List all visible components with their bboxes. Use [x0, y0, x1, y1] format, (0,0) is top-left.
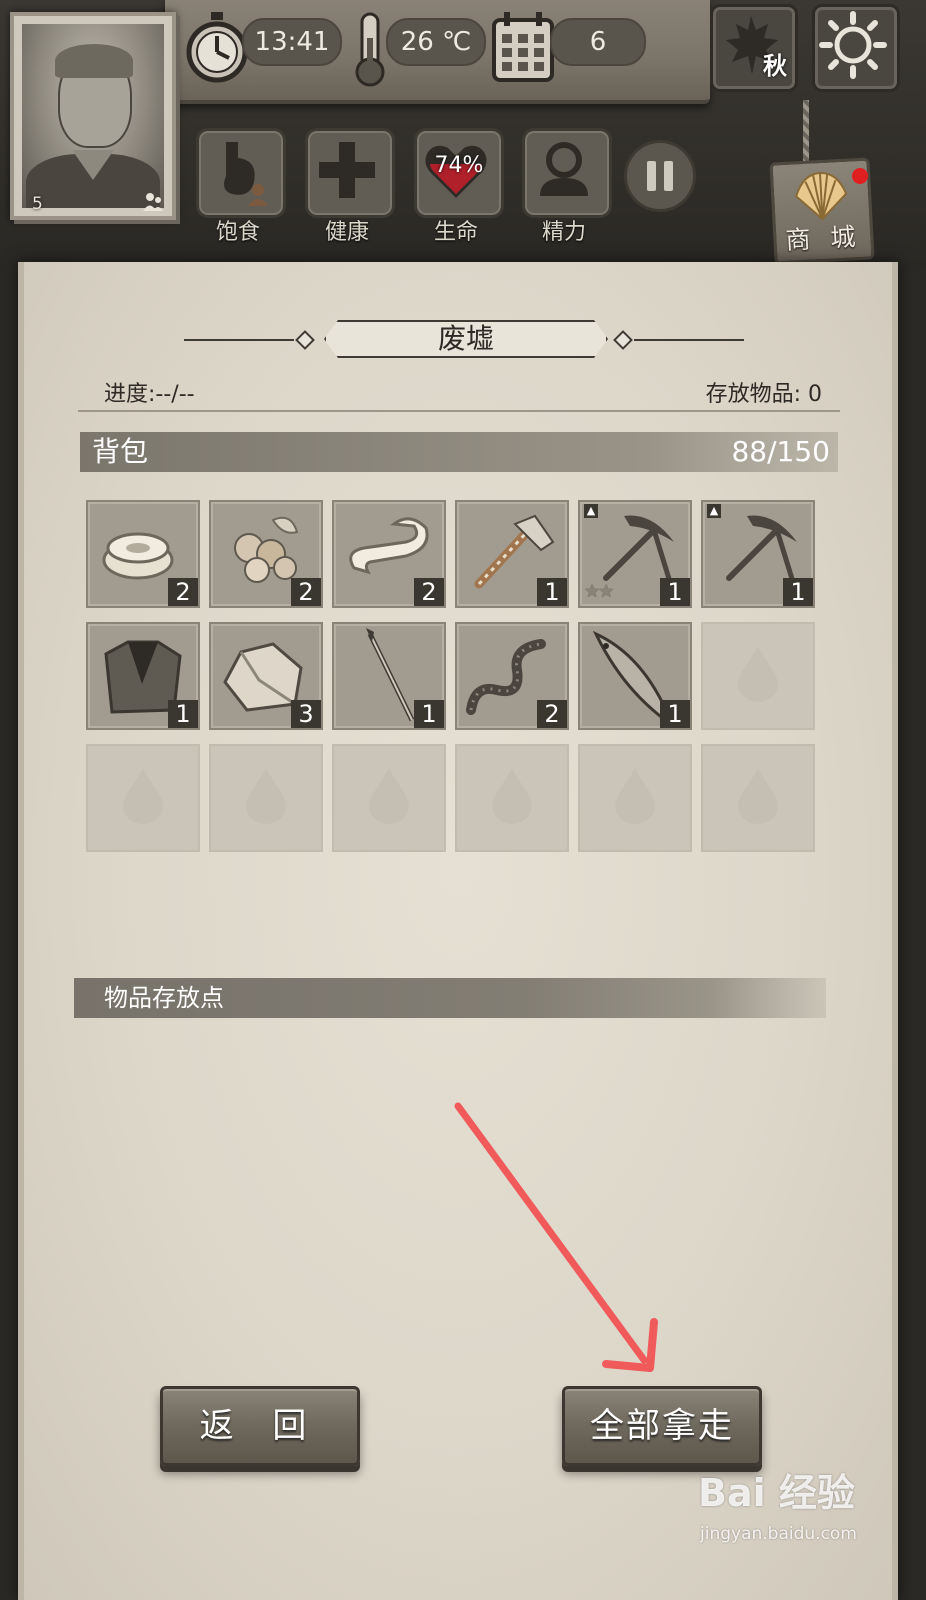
upgrade-arrow-icon: ▲ — [707, 504, 721, 518]
sun-gear-icon — [819, 11, 887, 79]
health-label: 健康 — [324, 220, 369, 245]
energy-label: 精力 — [541, 220, 586, 245]
inventory-slot[interactable]: 1 — [455, 500, 569, 608]
empty-slot[interactable] — [701, 622, 815, 730]
inventory-slot[interactable]: ▲ 1 — [701, 500, 815, 608]
empty-slot[interactable] — [701, 744, 815, 852]
baidu-watermark: Bai 经验 jingyan.baidu.com — [692, 1462, 892, 1562]
temperature-display: 26 ℃ — [386, 18, 486, 66]
item-quantity: 1 — [783, 578, 813, 606]
time-display: 13:41 — [242, 18, 342, 66]
empty-slot[interactable] — [86, 744, 200, 852]
pause-button[interactable] — [624, 140, 696, 212]
day-counter: 6 — [550, 18, 646, 66]
panel-title-banner: 废墟 — [184, 320, 744, 360]
character-avatar — [22, 24, 164, 208]
droplet-placeholder-icon — [246, 768, 286, 824]
satiety-label: 饱食 — [215, 220, 260, 245]
status-satiety[interactable] — [196, 128, 286, 218]
thermometer-icon — [355, 12, 385, 87]
family-icon — [143, 193, 163, 211]
inventory-slot[interactable]: 2 — [209, 500, 323, 608]
inventory-slot[interactable]: 1 — [332, 622, 446, 730]
shop-label: 商 城 — [784, 221, 863, 255]
person-icon — [540, 142, 588, 196]
storage-header: 物品存放点 — [74, 978, 826, 1018]
item-quantity: 1 — [660, 578, 690, 606]
stomach-icon — [224, 142, 268, 206]
droplet-placeholder-icon — [738, 646, 778, 702]
status-health[interactable] — [305, 128, 395, 218]
status-energy[interactable] — [522, 128, 612, 218]
character-level: 5 — [32, 194, 43, 214]
life-label: 生命 — [433, 220, 478, 245]
inventory-slot[interactable]: 3 — [209, 622, 323, 730]
empty-slot[interactable] — [578, 744, 692, 852]
item-quantity: 2 — [168, 578, 198, 606]
droplet-placeholder-icon — [615, 768, 655, 824]
season-button[interactable]: 秋 — [710, 4, 798, 92]
item-quantity: 2 — [291, 578, 321, 606]
backpack-header: 背包 88/150 — [80, 432, 838, 472]
plus-cross-icon — [319, 142, 375, 198]
divider — [78, 410, 840, 412]
item-quantity: 3 — [291, 700, 321, 728]
inventory-slot[interactable]: 2 — [332, 500, 446, 608]
inventory-slot[interactable]: ▲ ★★ 1 — [578, 500, 692, 608]
item-quantity: 2 — [414, 578, 444, 606]
watermark-url: jingyan.baidu.com — [700, 1524, 857, 1544]
droplet-placeholder-icon — [123, 768, 163, 824]
inventory-slot[interactable]: 2 — [86, 500, 200, 608]
annotation-arrow — [454, 1102, 658, 1372]
watermark-brand: Bai 经验 — [698, 1471, 855, 1515]
quality-stars: ★★ — [584, 581, 614, 602]
droplet-placeholder-icon — [492, 768, 532, 824]
item-quantity: 1 — [537, 578, 567, 606]
item-quantity: 2 — [537, 700, 567, 728]
backpack-title: 背包 — [92, 435, 149, 468]
stored-items-label: 存放物品: 0 — [705, 382, 822, 407]
notification-dot — [852, 168, 868, 184]
stopwatch-icon — [186, 12, 248, 83]
calendar-icon — [492, 12, 554, 82]
item-quantity: 1 — [660, 700, 690, 728]
empty-slot[interactable] — [332, 744, 446, 852]
season-label: 秋 — [763, 52, 787, 80]
ruins-panel: 废墟 进度:--/-- 存放物品: 0 背包 88/150 2 2 2 1 ▲ ★★ 1 ▲ 1… — [18, 262, 898, 1600]
progress-label: 进度:--/-- — [104, 382, 195, 407]
settings-button[interactable] — [812, 4, 900, 92]
character-portrait[interactable]: 5 — [10, 12, 176, 220]
inventory-slot[interactable]: 1 — [578, 622, 692, 730]
panel-title: 废墟 — [437, 322, 494, 355]
droplet-placeholder-icon — [369, 768, 409, 824]
status-life[interactable]: 74% — [414, 128, 504, 218]
take-all-button[interactable]: 全部拿走 — [562, 1386, 762, 1466]
shop-rope — [803, 100, 809, 164]
droplet-placeholder-icon — [738, 768, 778, 824]
item-quantity: 1 — [168, 700, 198, 728]
inventory-slot[interactable]: 2 — [455, 622, 569, 730]
life-percent: 74% — [434, 153, 484, 178]
empty-slot[interactable] — [455, 744, 569, 852]
empty-slot[interactable] — [209, 744, 323, 852]
backpack-capacity: 88/150 — [731, 435, 830, 468]
back-button[interactable]: 返 回 — [160, 1386, 360, 1466]
item-quantity: 1 — [414, 700, 444, 728]
inventory-slot[interactable]: 1 — [86, 622, 200, 730]
upgrade-arrow-icon: ▲ — [584, 504, 598, 518]
storage-title: 物品存放点 — [104, 984, 224, 1012]
